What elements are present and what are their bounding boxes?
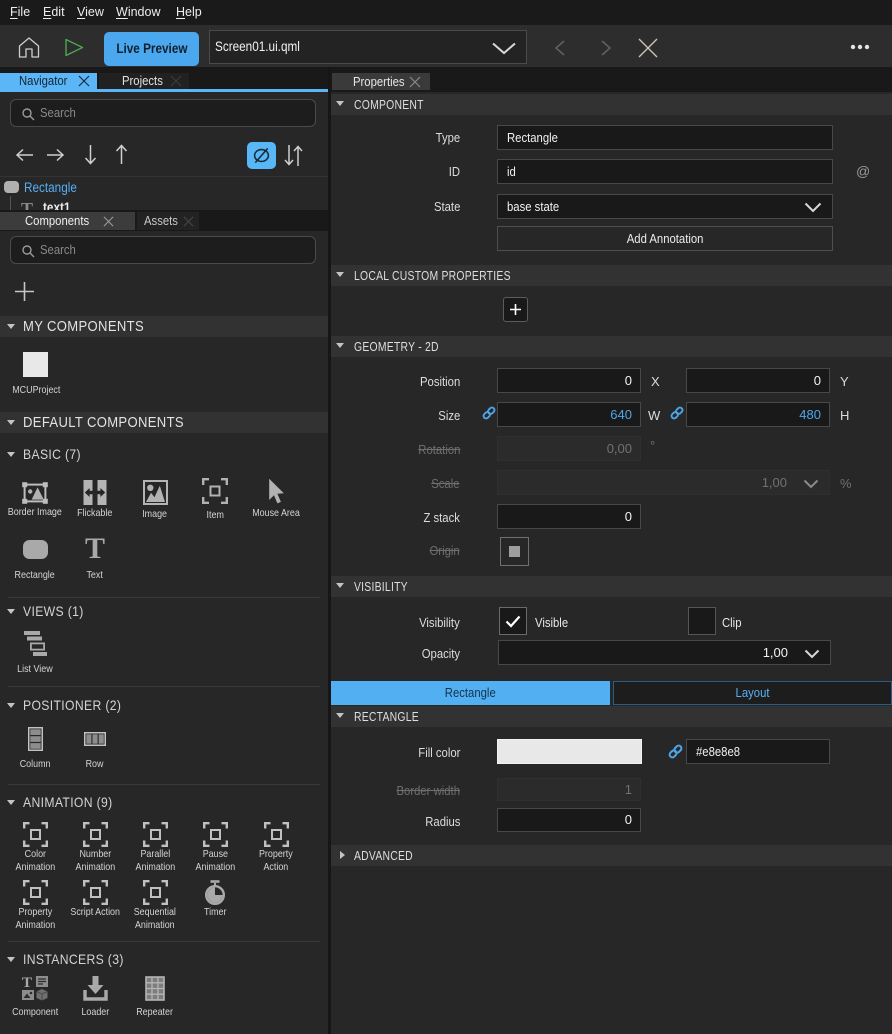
svg-text:T: T xyxy=(22,976,32,991)
